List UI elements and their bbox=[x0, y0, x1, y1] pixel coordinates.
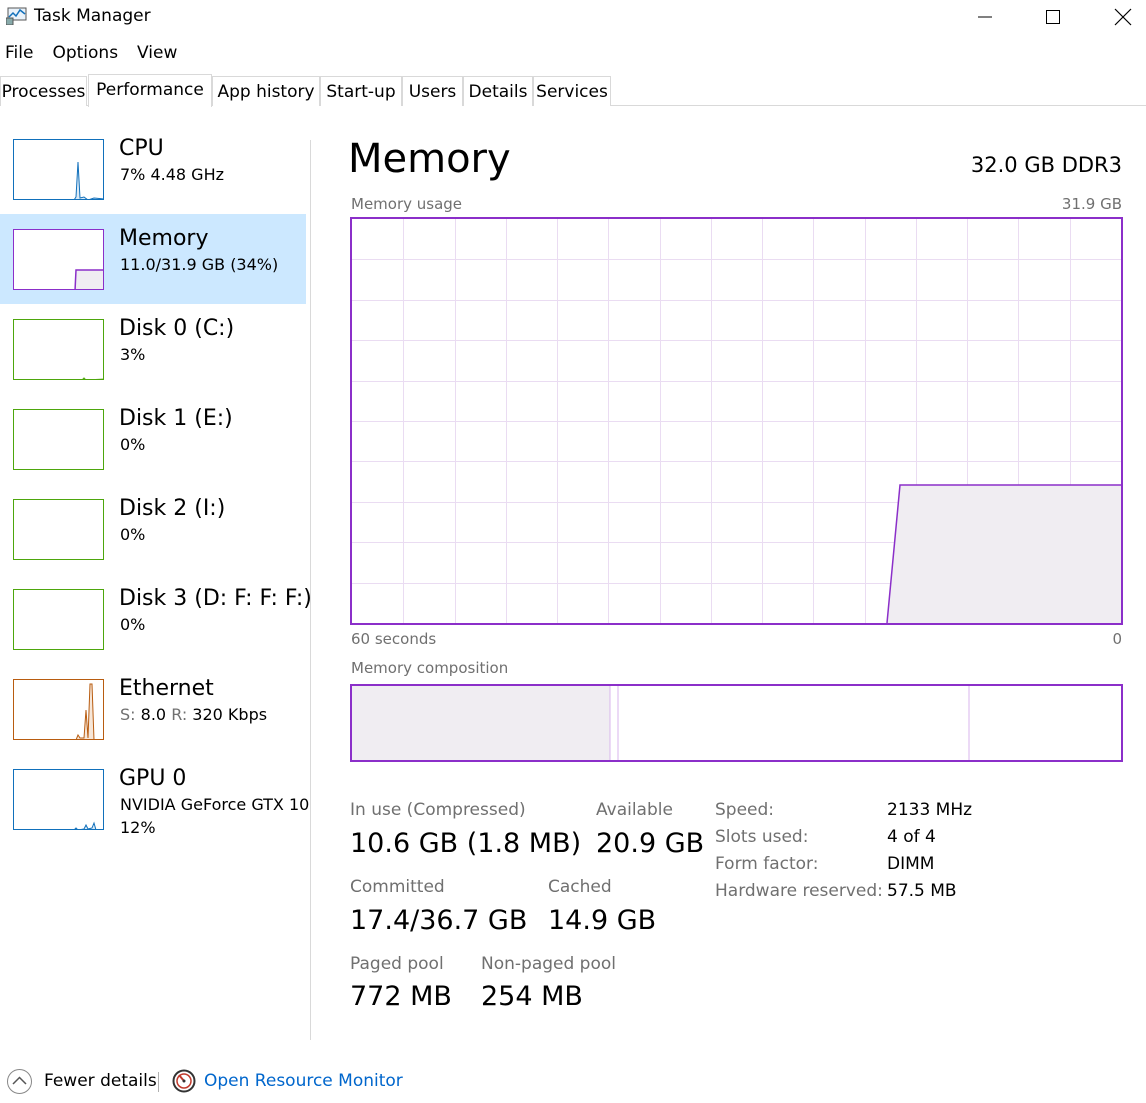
menu-file[interactable]: File bbox=[0, 40, 38, 66]
disk-0-thumbnail-graph bbox=[13, 319, 104, 380]
sidebar-title: Disk 0 (C:) bbox=[119, 316, 235, 341]
send-label: S: bbox=[120, 705, 136, 724]
open-resource-monitor-link[interactable]: Open Resource Monitor bbox=[204, 1071, 403, 1091]
spec-speed-label: Speed: bbox=[715, 800, 775, 820]
page-title: Memory bbox=[348, 136, 511, 182]
spec-form-factor-label: Form factor: bbox=[715, 854, 819, 874]
spec-hardware-reserved-value: 57.5 MB bbox=[887, 881, 957, 901]
spec-speed-value: 2133 MHz bbox=[887, 800, 973, 820]
sidebar-subtitle: NVIDIA GeForce GTX 10 bbox=[120, 795, 310, 814]
sidebar-title: GPU 0 bbox=[119, 766, 187, 791]
minimize-button[interactable] bbox=[962, 0, 1008, 34]
minimize-icon bbox=[978, 16, 992, 18]
gpu-thumbnail-graph bbox=[13, 769, 104, 830]
chevron-up-icon[interactable] bbox=[6, 1068, 33, 1095]
committed-value: 17.4/36.7 GB bbox=[350, 905, 528, 936]
tab-services[interactable]: Services bbox=[533, 76, 611, 106]
spec-slots-label: Slots used: bbox=[715, 827, 809, 847]
task-manager-icon bbox=[5, 7, 28, 26]
time-axis-start: 60 seconds bbox=[351, 630, 437, 648]
tab-app-history[interactable]: App history bbox=[212, 76, 320, 106]
receive-value: 320 Kbps bbox=[192, 705, 268, 724]
sidebar-subtitle: 0% bbox=[120, 615, 146, 634]
sidebar-item-gpu-0[interactable]: GPU 0 NVIDIA GeForce GTX 10 12% bbox=[0, 762, 309, 852]
spec-slots-value: 4 of 4 bbox=[887, 827, 936, 847]
close-button[interactable] bbox=[1100, 0, 1146, 34]
cached-value: 14.9 GB bbox=[548, 905, 657, 936]
menu-view[interactable]: View bbox=[132, 40, 182, 66]
receive-label: R: bbox=[171, 705, 188, 724]
memory-usage-graph bbox=[350, 217, 1123, 625]
sidebar-title: CPU bbox=[119, 136, 164, 161]
memory-composition-label: Memory composition bbox=[351, 659, 509, 677]
in-use-label: In use (Compressed) bbox=[350, 800, 526, 820]
memory-thumbnail-graph bbox=[13, 229, 104, 290]
sidebar-item-disk-2[interactable]: Disk 2 (I:) 0% bbox=[0, 492, 306, 582]
sidebar-subtitle: 0% bbox=[120, 435, 146, 454]
sidebar-item-memory[interactable]: Memory 11.0/31.9 GB (34%) bbox=[0, 214, 306, 304]
title-bar: Task Manager bbox=[0, 0, 1146, 34]
non-paged-pool-value: 254 MB bbox=[481, 981, 583, 1012]
time-axis-end: 0 bbox=[1112, 630, 1122, 648]
sidebar-title: Disk 3 (D: F: F: F:) bbox=[119, 586, 312, 611]
tab-users[interactable]: Users bbox=[402, 76, 463, 106]
non-paged-pool-label: Non-paged pool bbox=[481, 954, 616, 974]
in-use-segment bbox=[352, 686, 610, 760]
memory-composition-bar bbox=[350, 684, 1123, 762]
sidebar-title: Ethernet bbox=[119, 676, 214, 701]
sidebar-item-disk-1[interactable]: Disk 1 (E:) 0% bbox=[0, 402, 306, 492]
paged-pool-value: 772 MB bbox=[350, 981, 452, 1012]
maximize-button[interactable] bbox=[1030, 0, 1076, 34]
sidebar-subtitle-2: 12% bbox=[120, 818, 156, 837]
memory-spec: 32.0 GB DDR3 bbox=[970, 153, 1122, 177]
ethernet-thumbnail-graph bbox=[13, 679, 104, 740]
paged-pool-label: Paged pool bbox=[350, 954, 444, 974]
sidebar-subtitle: 7% 4.48 GHz bbox=[120, 165, 225, 184]
tab-bar: Processes Performance App history Start-… bbox=[0, 74, 1146, 107]
committed-label: Committed bbox=[350, 877, 445, 897]
spec-hardware-reserved-label: Hardware reserved: bbox=[715, 881, 883, 901]
sidebar-item-disk-0[interactable]: Disk 0 (C:) 3% bbox=[0, 312, 306, 402]
sidebar-item-cpu[interactable]: CPU 7% 4.48 GHz bbox=[0, 132, 306, 222]
footer-bar: Fewer details Open Resource Monitor bbox=[0, 1062, 1146, 1102]
disk-3-thumbnail-graph bbox=[13, 589, 104, 650]
sidebar-item-ethernet[interactable]: Ethernet S: 8.0 R: 320 Kbps bbox=[0, 672, 306, 762]
sidebar-subtitle: 11.0/31.9 GB (34%) bbox=[120, 255, 279, 274]
sidebar-subtitle: 3% bbox=[120, 345, 146, 364]
tab-start-up[interactable]: Start-up bbox=[320, 76, 402, 106]
fewer-details-button[interactable]: Fewer details bbox=[44, 1071, 157, 1091]
menu-options[interactable]: Options bbox=[47, 40, 123, 66]
panel-divider[interactable] bbox=[310, 140, 311, 1040]
menu-bar: File Options View bbox=[0, 40, 191, 66]
sidebar-subtitle: S: 8.0 R: 320 Kbps bbox=[120, 705, 310, 724]
sidebar-title: Disk 2 (I:) bbox=[119, 496, 226, 521]
send-value: 8.0 bbox=[140, 705, 167, 724]
available-label: Available bbox=[596, 800, 673, 820]
sidebar-subtitle: 0% bbox=[120, 525, 146, 544]
sidebar-item-disk-3[interactable]: Disk 3 (D: F: F: F:) 0% bbox=[0, 582, 312, 672]
memory-usage-chart bbox=[352, 219, 1121, 623]
close-icon bbox=[1114, 8, 1132, 26]
disk-1-thumbnail-graph bbox=[13, 409, 104, 470]
available-value: 20.9 GB bbox=[596, 828, 705, 859]
spec-form-factor-value: DIMM bbox=[887, 854, 935, 874]
memory-usage-label: Memory usage bbox=[351, 195, 463, 213]
maximize-icon bbox=[1046, 10, 1060, 24]
in-use-value: 10.6 GB (1.8 MB) bbox=[350, 828, 582, 859]
tab-details[interactable]: Details bbox=[463, 76, 533, 106]
cached-label: Cached bbox=[548, 877, 612, 897]
footer-separator bbox=[158, 1072, 159, 1092]
tab-processes[interactable]: Processes bbox=[0, 76, 87, 106]
disk-2-thumbnail-graph bbox=[13, 499, 104, 560]
window-title: Task Manager bbox=[34, 6, 151, 26]
memory-usage-max: 31.9 GB bbox=[1061, 195, 1122, 213]
sidebar-title: Memory bbox=[119, 226, 209, 251]
cpu-thumbnail-graph bbox=[13, 139, 104, 200]
sidebar-title: Disk 1 (E:) bbox=[119, 406, 233, 431]
resource-monitor-icon[interactable] bbox=[172, 1069, 196, 1093]
tab-performance[interactable]: Performance bbox=[88, 74, 212, 107]
